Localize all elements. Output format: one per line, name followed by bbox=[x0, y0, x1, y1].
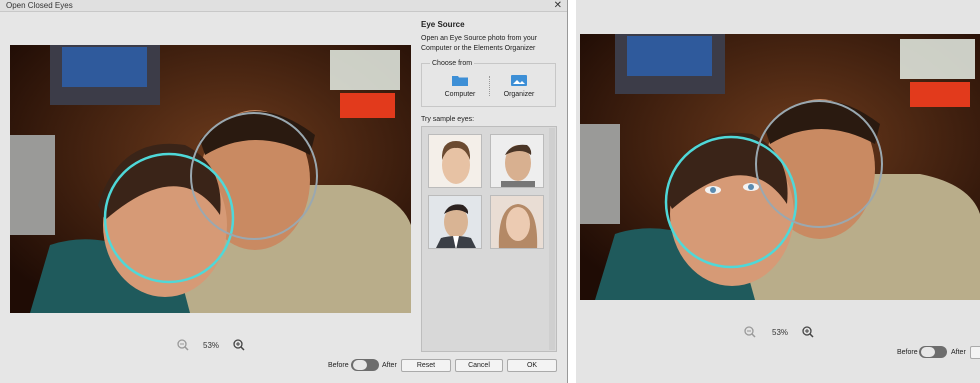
zoom-in-icon[interactable] bbox=[233, 339, 245, 351]
right-after-label: After bbox=[951, 349, 966, 356]
right-reset-button-partial[interactable] bbox=[970, 346, 980, 359]
folder-icon bbox=[452, 76, 468, 86]
cancel-button[interactable]: Cancel bbox=[455, 359, 503, 372]
after-photo-canvas bbox=[580, 34, 980, 300]
toggle-knob bbox=[353, 360, 367, 370]
after-label: After bbox=[382, 362, 397, 369]
right-zoom-level: 53% bbox=[772, 328, 789, 337]
thumbnail-scrollbar[interactable] bbox=[549, 128, 555, 350]
sample-eye-thumbnail[interactable] bbox=[490, 134, 544, 188]
before-label: Before bbox=[328, 362, 349, 369]
sample-eye-thumbnail[interactable] bbox=[428, 134, 482, 188]
computer-label: Computer bbox=[444, 91, 476, 98]
zoom-out-icon[interactable] bbox=[177, 339, 189, 351]
before-after-toggle[interactable] bbox=[351, 359, 379, 371]
choose-from-label: Choose from bbox=[430, 60, 475, 67]
computer-source-button[interactable]: Computer bbox=[435, 74, 485, 98]
divider bbox=[489, 76, 490, 96]
right-toggle-knob bbox=[921, 347, 935, 357]
organizer-label: Organizer bbox=[503, 91, 535, 98]
after-photo-preview[interactable] bbox=[580, 34, 980, 300]
sample-eyes-list bbox=[421, 126, 557, 352]
eye-source-description: Open an Eye Source photo from your Compu… bbox=[421, 35, 537, 52]
eye-source-heading: Eye Source bbox=[421, 20, 465, 29]
right-before-after-toggle[interactable] bbox=[919, 346, 947, 358]
reset-button[interactable]: Reset bbox=[401, 359, 451, 372]
right-zoom-out-icon[interactable] bbox=[744, 326, 756, 338]
title-bar: Open Closed Eyes ✕ bbox=[0, 0, 567, 12]
organizer-icon bbox=[511, 75, 527, 86]
close-icon[interactable]: ✕ bbox=[554, 0, 562, 11]
organizer-source-button[interactable]: Organizer bbox=[494, 74, 544, 98]
sample-eye-thumbnail[interactable] bbox=[428, 195, 482, 249]
after-preview-window: 53% Before After bbox=[576, 0, 980, 383]
right-before-label: Before bbox=[897, 349, 918, 356]
sample-eyes-label: Try sample eyes: bbox=[421, 116, 475, 123]
ok-button[interactable]: OK bbox=[507, 359, 557, 372]
right-zoom-in-icon[interactable] bbox=[802, 326, 814, 338]
window-title: Open Closed Eyes bbox=[6, 1, 73, 10]
zoom-level: 53% bbox=[203, 341, 220, 350]
photo-canvas bbox=[10, 45, 411, 313]
photo-preview[interactable] bbox=[10, 45, 411, 313]
open-closed-eyes-dialog: Open Closed Eyes ✕ 53% Eye Source Open a… bbox=[0, 0, 568, 383]
choose-from-group: Choose from Computer Organizer bbox=[421, 60, 556, 107]
sample-eye-thumbnail[interactable] bbox=[490, 195, 544, 249]
